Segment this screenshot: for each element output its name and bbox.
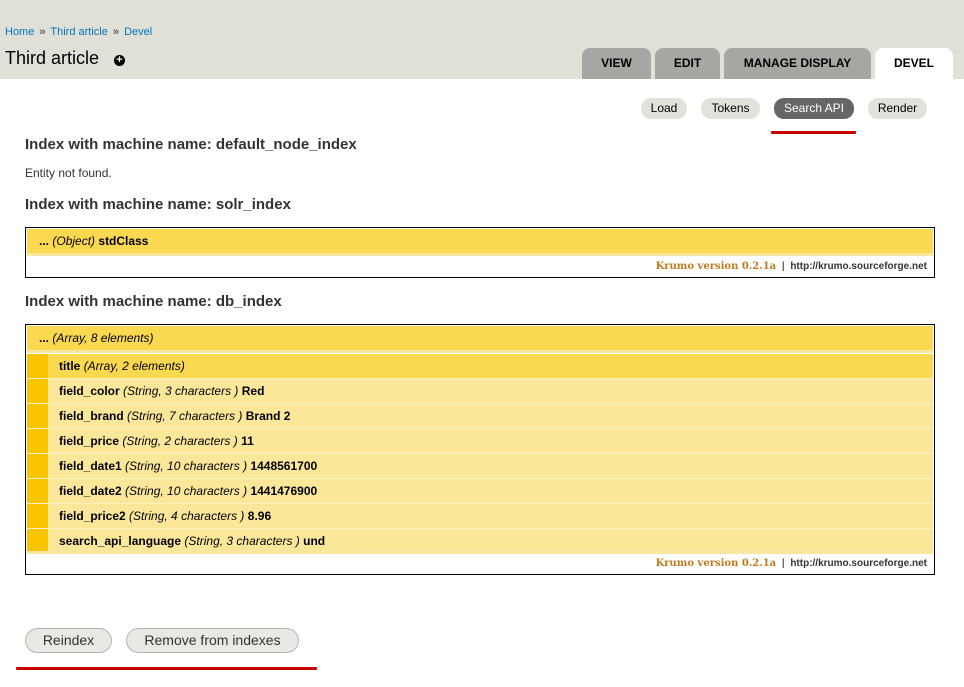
krumo-item-row: field_color (String, 3 characters ) Red	[27, 379, 933, 404]
krumo-type: (String, 2 characters )	[122, 434, 238, 448]
krumo-type: (String, 4 characters )	[129, 509, 245, 523]
krumo-nest-bar	[27, 429, 48, 453]
breadcrumb-devel-link[interactable]: Devel	[124, 26, 152, 38]
krumo-item-text: field_price (String, 2 characters ) 11	[59, 429, 254, 453]
krumo-key: field_price2	[59, 509, 126, 523]
tab-edit[interactable]: EDIT	[655, 48, 720, 79]
krumo-value: 11	[241, 434, 254, 448]
krumo-prefix: ...	[39, 331, 50, 345]
krumo-key: field_price	[59, 434, 120, 448]
krumo-key: field_brand	[59, 409, 124, 423]
krumo-item-row: field_date2 (String, 10 characters ) 144…	[27, 479, 933, 504]
krumo-item-row[interactable]: title (Array, 2 elements)	[27, 354, 933, 379]
breadcrumb: Home » Third article » Devel	[5, 26, 152, 38]
krumo-nest-bar	[27, 479, 48, 503]
breadcrumb-separator: »	[112, 26, 120, 38]
krumo-value: 1448561700	[250, 459, 318, 473]
highlight-underline	[771, 131, 856, 134]
krumo-type: (String, 3 characters )	[123, 384, 239, 398]
krumo-item-text: field_date2 (String, 10 characters ) 144…	[59, 479, 317, 503]
krumo-type: (Array, 8 elements)	[52, 331, 154, 345]
krumo-type: (String, 10 characters )	[125, 484, 248, 498]
tab-devel[interactable]: DEVEL	[875, 48, 953, 79]
krumo-item-row: field_price (String, 2 characters ) 11	[27, 429, 933, 454]
plus-icon[interactable]: +	[114, 55, 125, 66]
krumo-item-text: search_api_language (String, 3 character…	[59, 529, 325, 553]
krumo-root-row[interactable]: ... (Object) stdClass	[27, 229, 933, 256]
page-header: Home » Third article » Devel Third artic…	[0, 0, 964, 79]
subtab-tokens[interactable]: Tokens	[701, 98, 760, 119]
krumo-nest-bar	[27, 354, 48, 378]
krumo-value: 8.96	[247, 509, 272, 523]
index-heading-default: Index with machine name: default_node_in…	[25, 136, 357, 153]
tab-manage-display[interactable]: MANAGE DISPLAY	[724, 48, 871, 79]
krumo-link[interactable]: http://krumo.sourceforge.net	[790, 261, 927, 272]
krumo-key: field_color	[59, 384, 120, 398]
krumo-pipe: |	[781, 558, 785, 569]
krumo-item-text: field_date1 (String, 10 characters ) 144…	[59, 454, 317, 478]
krumo-key: title	[59, 359, 81, 373]
krumo-nest-bar	[27, 454, 48, 478]
index-heading-solr: Index with machine name: solr_index	[25, 196, 291, 213]
krumo-dump-solr: ... (Object) stdClass Krumo version 0.2.…	[25, 227, 935, 278]
krumo-item-row: field_brand (String, 7 characters ) Bran…	[27, 404, 933, 429]
krumo-type: (Object)	[52, 234, 96, 248]
krumo-item-text: field_color (String, 3 characters ) Red	[59, 379, 264, 403]
breadcrumb-home-link[interactable]: Home	[5, 26, 34, 38]
krumo-type: (Array, 2 elements)	[83, 359, 185, 373]
krumo-type: (String, 3 characters )	[184, 534, 300, 548]
breadcrumb-article-link[interactable]: Third article	[50, 26, 107, 38]
krumo-key: field_date1	[59, 459, 122, 473]
tab-view[interactable]: VIEW	[582, 48, 651, 79]
remove-from-indexes-button[interactable]: Remove from indexes	[126, 628, 299, 653]
krumo-value: und	[303, 534, 326, 548]
krumo-value: stdClass	[98, 234, 149, 248]
krumo-value: Red	[241, 384, 265, 398]
krumo-type: (String, 10 characters )	[125, 459, 248, 473]
krumo-value: 1441476900	[250, 484, 318, 498]
krumo-type: (String, 7 characters )	[127, 409, 243, 423]
krumo-item-row: field_price2 (String, 4 characters ) 8.9…	[27, 504, 933, 529]
krumo-link[interactable]: http://krumo.sourceforge.net	[790, 558, 927, 569]
krumo-nest-bar	[27, 379, 48, 403]
reindex-button[interactable]: Reindex	[25, 628, 112, 653]
krumo-version: Krumo version 0.2.1a	[655, 558, 777, 569]
krumo-item-row: field_date1 (String, 10 characters ) 144…	[27, 454, 933, 479]
krumo-value: Brand 2	[245, 409, 291, 423]
index-heading-db: Index with machine name: db_index	[25, 293, 282, 310]
subtab-render[interactable]: Render	[868, 98, 927, 119]
krumo-key: field_date2	[59, 484, 122, 498]
krumo-version: Krumo version 0.2.1a	[655, 261, 777, 272]
krumo-item-text: field_brand (String, 7 characters ) Bran…	[59, 404, 290, 428]
krumo-dump-db: ... (Array, 8 elements) title (Array, 2 …	[25, 324, 935, 575]
krumo-key: search_api_language	[59, 534, 182, 548]
krumo-root-row[interactable]: ... (Array, 8 elements)	[27, 326, 933, 353]
krumo-footer: Krumo version 0.2.1a | http://krumo.sour…	[26, 554, 934, 574]
krumo-pipe: |	[781, 261, 785, 272]
krumo-item-text: title (Array, 2 elements)	[59, 354, 185, 378]
krumo-nest-bar	[27, 504, 48, 528]
subtab-search-api[interactable]: Search API	[774, 98, 854, 119]
krumo-item-row: search_api_language (String, 3 character…	[27, 529, 933, 554]
krumo-nest-bar	[27, 404, 48, 428]
subtab-load[interactable]: Load	[641, 98, 687, 119]
krumo-prefix: ...	[39, 234, 50, 248]
krumo-footer: Krumo version 0.2.1a | http://krumo.sour…	[26, 257, 934, 277]
entity-not-found-message: Entity not found.	[25, 166, 112, 180]
breadcrumb-separator: »	[39, 26, 46, 38]
page-title: Third article	[5, 48, 100, 68]
krumo-nest-bar	[27, 529, 48, 551]
highlight-underline	[16, 667, 317, 670]
krumo-item-text: field_price2 (String, 4 characters ) 8.9…	[59, 504, 271, 528]
